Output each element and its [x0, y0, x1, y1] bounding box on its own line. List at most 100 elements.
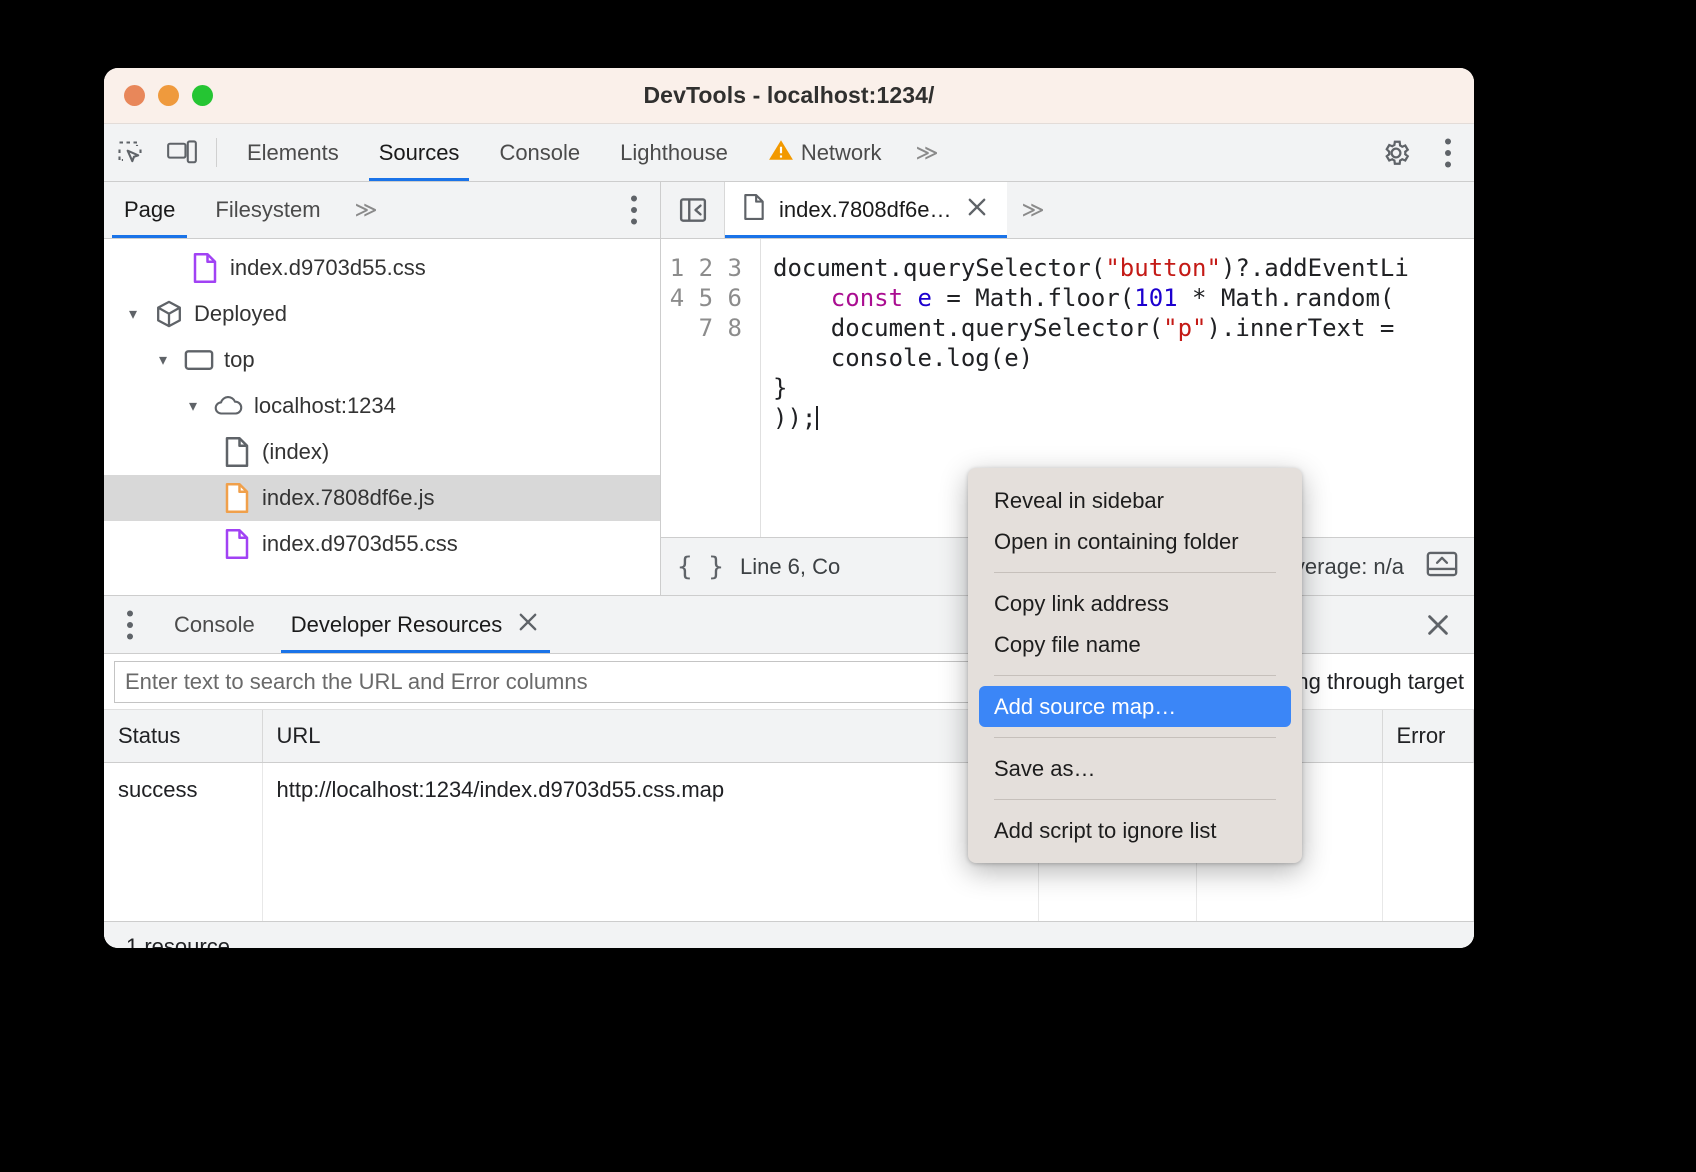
chevron-down-icon[interactable]: ▾ — [122, 304, 144, 324]
cube-icon — [154, 300, 184, 328]
filler-cell-2 — [262, 817, 1038, 921]
toolbar-divider — [216, 138, 217, 167]
kebab-menu-icon[interactable] — [1422, 138, 1474, 168]
show-drawer-icon[interactable] — [1426, 550, 1458, 584]
sources-navigator: Page Filesystem ≫ — [104, 182, 661, 595]
window-titlebar: DevTools - localhost:1234/ — [104, 68, 1474, 124]
frame-icon — [184, 348, 214, 372]
close-icon[interactable] — [516, 610, 540, 640]
warning-triangle-icon — [768, 138, 794, 168]
context-menu-item-open-in-containing-folder[interactable]: Open in containing folder — [968, 521, 1302, 562]
drawer-more-options-icon[interactable] — [104, 596, 156, 653]
drawer-tab-developer-resources[interactable]: Developer Resources — [273, 596, 559, 653]
resource-count-label: 1 resource — [104, 921, 1474, 949]
device-toolbar-icon[interactable] — [156, 124, 208, 181]
tree-item-index-css[interactable]: index.d9703d55.css — [104, 521, 660, 567]
context-menu-separator — [994, 572, 1276, 573]
navigator-more-options-icon[interactable] — [608, 182, 660, 238]
navigator-tab-page-label: Page — [124, 197, 175, 223]
tree-item-label: index.d9703d55.css — [230, 255, 426, 281]
tree-item-index-js[interactable]: index.7808df6e.js — [104, 475, 660, 521]
tab-console-label: Console — [499, 140, 580, 166]
drawer-tab-developer-resources-label: Developer Resources — [291, 612, 503, 638]
editor-more-tabs-button[interactable]: ≫ — [1007, 182, 1058, 238]
devtools-window: DevTools - localhost:1234/ Elements — [104, 68, 1474, 948]
drawer-tab-console-label: Console — [174, 612, 255, 638]
close-icon[interactable] — [965, 195, 989, 225]
context-menu-separator — [994, 737, 1276, 738]
code-line-3: document.querySelector("p").innerText = — [773, 314, 1394, 342]
tab-elements[interactable]: Elements — [227, 124, 359, 181]
tree-item-top[interactable]: ▾ top — [104, 337, 660, 383]
cell-url: http://localhost:1234/index.d9703d55.css… — [262, 762, 1038, 817]
context-menu-item-copy-link-address[interactable]: Copy link address — [968, 583, 1302, 624]
context-menu-item-save-as[interactable]: Save as… — [968, 748, 1302, 789]
tab-console[interactable]: Console — [479, 124, 600, 181]
more-panels-button[interactable]: ≫ — [902, 124, 953, 181]
tree-item-label: Deployed — [194, 301, 287, 327]
tab-sources[interactable]: Sources — [359, 124, 480, 181]
tab-elements-label: Elements — [247, 140, 339, 166]
chevron-down-icon[interactable]: ▾ — [152, 350, 174, 370]
tree-item-index[interactable]: (index) — [104, 429, 660, 475]
code-line-5: } — [773, 374, 787, 402]
tab-network-label: Network — [801, 140, 882, 166]
context-menu-item-copy-file-name[interactable]: Copy file name — [968, 624, 1302, 665]
cloud-icon — [214, 394, 244, 418]
filler-cell-5 — [1382, 817, 1474, 921]
context-menu-separator — [994, 675, 1276, 676]
tree-item-label: top — [224, 347, 255, 373]
line-numbers: 1 2 3 4 5 6 7 8 — [670, 254, 742, 342]
tab-lighthouse[interactable]: Lighthouse — [600, 124, 748, 181]
column-header-status[interactable]: Status — [104, 710, 262, 762]
toolbar-right-group — [1351, 124, 1474, 181]
context-menu-separator — [994, 799, 1276, 800]
document-file-icon — [222, 437, 252, 467]
drawer-tab-console[interactable]: Console — [156, 596, 273, 653]
close-drawer-icon[interactable] — [1402, 596, 1474, 653]
filler-cell-1 — [104, 817, 262, 921]
tree-item-deployed[interactable]: ▾ Deployed — [104, 291, 660, 337]
inspect-element-icon[interactable] — [104, 124, 156, 181]
gear-icon[interactable] — [1370, 138, 1422, 168]
cursor-position-label: Line 6, Co — [740, 554, 840, 580]
tree-item-label: index.7808df6e.js — [262, 485, 434, 511]
pretty-print-braces-icon[interactable]: { } — [677, 552, 724, 582]
column-header-url[interactable]: URL — [262, 710, 1038, 762]
column-header-error[interactable]: Error — [1382, 710, 1474, 762]
screenshot-root: DevTools - localhost:1234/ Elements — [0, 0, 1696, 1172]
context-menu-item-add-source-map[interactable]: Add source map… — [979, 686, 1291, 727]
navigator-tab-filesystem[interactable]: Filesystem — [195, 182, 340, 238]
tree-item-css-top[interactable]: index.d9703d55.css — [104, 245, 660, 291]
code-line-6: )); — [773, 404, 818, 432]
tree-item-label: index.d9703d55.css — [262, 531, 458, 557]
line-number-gutter: 1 2 3 4 5 6 7 8 — [661, 239, 761, 537]
code-line-2: const e = Math.floor(101 * Math.random( — [773, 284, 1394, 312]
tab-network[interactable]: Network — [748, 124, 902, 181]
css-file-icon — [190, 253, 220, 283]
document-file-icon — [743, 194, 765, 226]
code-line-1: document.querySelector("button")?.addEve… — [773, 254, 1409, 282]
tree-item-label: (index) — [262, 439, 329, 465]
collapse-sidebar-icon[interactable] — [661, 182, 725, 238]
tree-item-label: localhost:1234 — [254, 393, 396, 419]
file-tree: index.d9703d55.css ▾ Deployed — [104, 239, 660, 595]
editor-tab-label: index.7808df6e… — [779, 197, 951, 223]
cell-error — [1382, 762, 1474, 817]
navigator-tab-page[interactable]: Page — [104, 182, 195, 238]
context-menu: Reveal in sidebar Open in containing fol… — [968, 468, 1302, 863]
context-menu-item-add-script-to-ignore-list[interactable]: Add script to ignore list — [968, 810, 1302, 851]
context-menu-item-reveal-in-sidebar[interactable]: Reveal in sidebar — [968, 480, 1302, 521]
chevron-down-icon[interactable]: ▾ — [182, 396, 204, 416]
code-line-4: console.log(e) — [773, 344, 1033, 372]
navigator-more-tabs-button[interactable]: ≫ — [341, 182, 392, 238]
tab-lighthouse-label: Lighthouse — [620, 140, 728, 166]
editor-tab-index-js[interactable]: index.7808df6e… — [725, 182, 1007, 238]
window-title: DevTools - localhost:1234/ — [104, 82, 1474, 109]
navigator-tabbar: Page Filesystem ≫ — [104, 182, 660, 239]
devtools-main-toolbar: Elements Sources Console Lighthouse — [104, 124, 1474, 182]
navigator-tab-filesystem-label: Filesystem — [215, 197, 320, 223]
tree-item-localhost[interactable]: ▾ localhost:1234 — [104, 383, 660, 429]
js-file-icon — [222, 483, 252, 513]
panel-tabs: Elements Sources Console Lighthouse — [227, 124, 953, 181]
